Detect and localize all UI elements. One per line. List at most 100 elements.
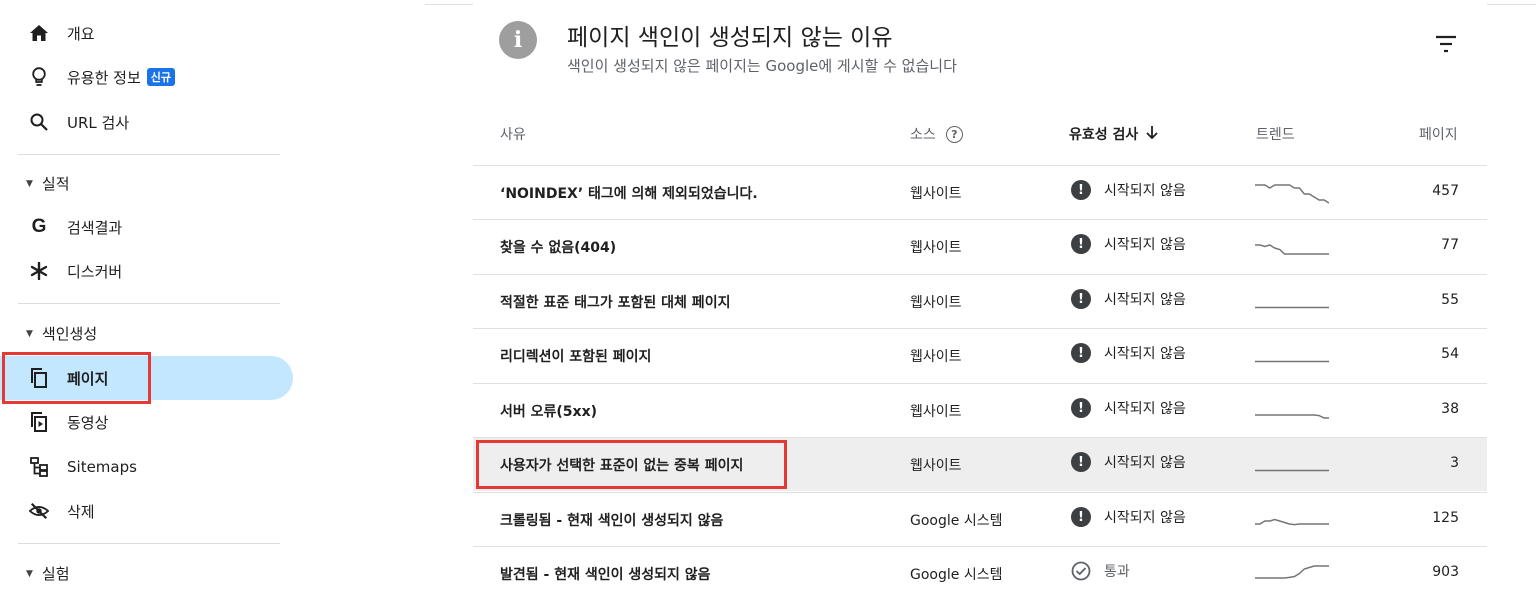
reason-cell: 리디렉션이 포함된 페이지 (500, 349, 652, 365)
filter-icon[interactable] (1434, 34, 1458, 54)
highlight-box-pages (2, 352, 151, 404)
validation-status: ! 시작되지 않음 (1070, 179, 1186, 201)
exclamation-circle-icon: ! (1070, 233, 1092, 255)
sparkline-line (1255, 414, 1329, 419)
sidebar-item-label: 개요 (67, 24, 95, 43)
validation-status: ! 시작되지 않음 (1070, 506, 1186, 528)
help-icon[interactable]: ? (945, 125, 963, 143)
section-performance[interactable]: ▼ 실적 (26, 173, 70, 194)
sidebar-item-label: 삭제 (67, 502, 95, 521)
sort-arrow-down-icon (1146, 125, 1158, 143)
column-header-label: 유효성 검사 (1069, 127, 1139, 143)
validation-status: ! 시작되지 않음 (1070, 342, 1186, 364)
validation-status: ! 시작되지 않음 (1070, 451, 1186, 473)
source-cell: Google 시스템 (910, 513, 1003, 529)
sidebar-item-sitemaps[interactable]: Sitemaps (0, 445, 280, 489)
table-row[interactable]: 찾을 수 없음(404) 웹사이트! 시작되지 않음 77 (473, 219, 1487, 273)
sidebar-item-removals[interactable]: 삭제 (0, 489, 280, 533)
highlight-box-duplicate-row (476, 440, 787, 489)
section-label: 실험 (41, 565, 70, 583)
validation-status: ! 시작되지 않음 (1070, 288, 1186, 310)
exclamation-circle-icon: ! (1070, 342, 1092, 364)
sidebar-item-label-wrap: 유용한 정보 신규 (67, 67, 176, 88)
validation-status: ! 시작되지 않음 (1070, 233, 1186, 255)
eye-off-icon (29, 501, 49, 521)
exclamation-circle-icon: ! (1070, 179, 1092, 201)
column-header-source[interactable]: 소스 ? (910, 124, 963, 144)
validation-status-label: 통과 (1104, 564, 1130, 580)
sidebar-item-overview[interactable]: 개요 (0, 11, 280, 55)
exclamation-circle-icon: ! (1070, 288, 1092, 310)
table-row[interactable]: 서버 오류(5xx) 웹사이트! 시작되지 않음 38 (473, 383, 1487, 437)
caret-down-icon: ▼ (26, 178, 33, 189)
section-label: 실적 (41, 175, 70, 193)
caret-down-icon: ▼ (26, 568, 33, 579)
sidebar-item-label: URL 검사 (67, 113, 130, 132)
sidebar-item-label: 동영상 (67, 413, 109, 432)
table-row[interactable]: 발견됨 - 현재 색인이 생성되지 않음 Google 시스템 통과 903 (473, 546, 1487, 600)
trend-sparkline (1255, 394, 1329, 424)
column-header-pages[interactable]: 페이지 (1419, 124, 1458, 144)
sidebar-item-videos[interactable]: 동영상 (0, 400, 280, 444)
pages-count: 54 (1441, 346, 1459, 362)
trend-sparkline (1255, 557, 1329, 587)
pages-count: 77 (1441, 237, 1459, 253)
sparkline-line (1255, 244, 1329, 255)
pages-count: 125 (1432, 510, 1459, 526)
sidebar-item-discover[interactable]: 디스커버 (0, 249, 280, 293)
validation-status-label: 시작되지 않음 (1104, 455, 1186, 471)
trend-sparkline (1255, 448, 1329, 478)
section-indexing[interactable]: ▼ 색인생성 (26, 323, 97, 344)
sparkline-line (1255, 184, 1330, 204)
exclamation-circle-icon: ! (1070, 506, 1092, 528)
trend-sparkline (1255, 503, 1329, 533)
sidebar-item-insights[interactable]: 유용한 정보 신규 (0, 55, 280, 99)
sidebar-item-search-results[interactable]: G 검색결과 (0, 205, 280, 249)
sidebar-item-url-inspection[interactable]: URL 검사 (0, 100, 280, 144)
source-cell: Google 시스템 (910, 567, 1003, 583)
video-icon (29, 412, 49, 432)
source-cell: 웹사이트 (910, 240, 962, 256)
pages-count: 903 (1432, 564, 1459, 580)
sidebar-item-label: 유용한 정보 (67, 68, 141, 87)
reason-cell: 발견됨 - 현재 색인이 생성되지 않음 (500, 567, 711, 583)
card-subtitle: 색인이 생성되지 않은 페이지는 Google에 게시할 수 없습니다 (567, 57, 957, 75)
sidebar-divider (18, 303, 280, 304)
table-row[interactable]: 리디렉션이 포함된 페이지 웹사이트! 시작되지 않음 54 (473, 328, 1487, 382)
validation-status-label: 시작되지 않음 (1104, 346, 1186, 362)
validation-status: ! 시작되지 않음 (1070, 397, 1186, 419)
column-header-label: 소스 (910, 127, 936, 143)
pages-count: 457 (1432, 183, 1459, 199)
validation-status-label: 시작되지 않음 (1104, 292, 1186, 308)
home-icon (29, 23, 49, 43)
search-icon (29, 112, 49, 132)
reason-cell: 크롤링됨 - 현재 색인이 생성되지 않음 (500, 513, 724, 529)
table-row[interactable]: 적절한 표준 태그가 포함된 대체 페이지 웹사이트! 시작되지 않음 55 (473, 274, 1487, 328)
sparkline-line (1255, 565, 1329, 579)
column-header-validation[interactable]: 유효성 검사 (1069, 124, 1158, 144)
sitemap-icon (29, 457, 49, 477)
validation-status-label: 시작되지 않음 (1104, 237, 1186, 253)
trend-sparkline (1255, 339, 1329, 369)
card-title: 페이지 색인이 생성되지 않는 이유 (567, 25, 893, 51)
exclamation-circle-icon: ! (1070, 397, 1092, 419)
trend-sparkline (1255, 230, 1329, 260)
section-label: 색인생성 (41, 325, 98, 343)
column-header-reason[interactable]: 사유 (500, 124, 526, 144)
google-g-icon: G (31, 216, 47, 237)
source-cell: 웹사이트 (910, 186, 962, 202)
reason-cell: ‘NOINDEX’ 태그에 의해 제외되었습니다. (500, 186, 758, 202)
sidebar-item-label: 검색결과 (67, 218, 123, 237)
reason-cell: 적절한 표준 태그가 포함된 대체 페이지 (500, 295, 731, 311)
reason-cell: 찾을 수 없음(404) (500, 240, 617, 256)
table-row[interactable]: ‘NOINDEX’ 태그에 의해 제외되었습니다. 웹사이트 ! 시작되지 않음 457 (473, 165, 1487, 219)
table-row[interactable]: 크롤링됨 - 현재 색인이 생성되지 않음 Google 시스템 ! 시작되지 않음 1… (473, 492, 1487, 546)
validation-status-label: 시작되지 않음 (1104, 401, 1186, 417)
sidebar-divider (18, 543, 280, 544)
source-cell: 웹사이트 (910, 404, 962, 420)
sparkline-line (1255, 518, 1329, 526)
source-cell: 웹사이트 (910, 458, 962, 474)
section-experiments[interactable]: ▼ 실험 (26, 563, 70, 584)
reason-cell: 서버 오류(5xx) (500, 404, 597, 420)
sidebar-divider (18, 154, 280, 155)
